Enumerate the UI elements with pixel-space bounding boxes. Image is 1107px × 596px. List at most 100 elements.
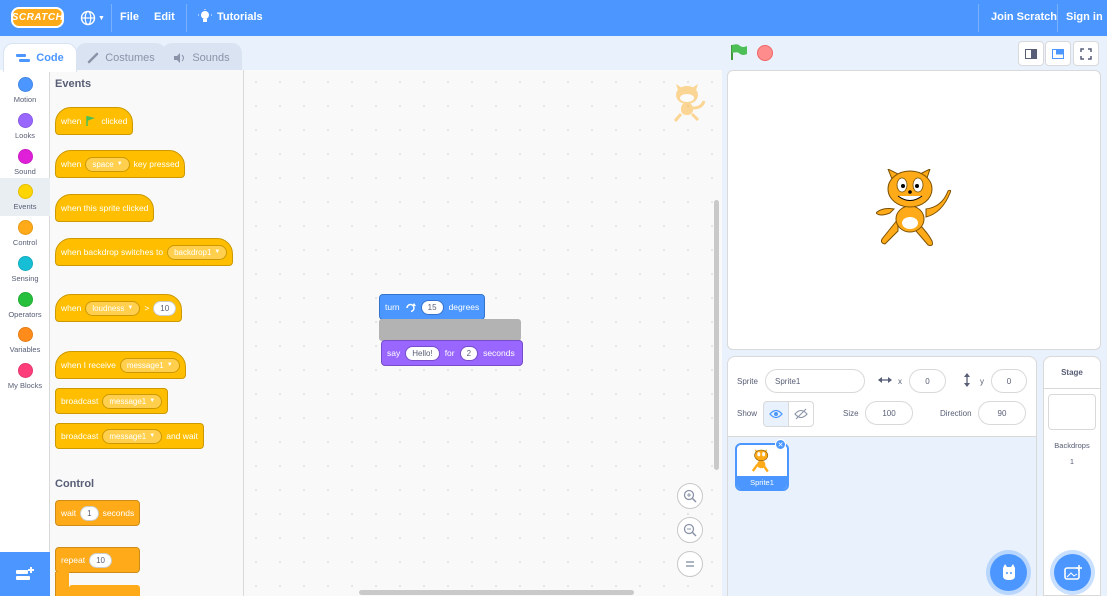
zoom-in-button[interactable] xyxy=(677,483,703,509)
block-text: repeat xyxy=(61,555,86,565)
size-input[interactable]: 100 xyxy=(865,401,913,425)
category-label: Sound xyxy=(14,167,36,176)
zoom-in-icon xyxy=(683,489,697,503)
language-menu[interactable]: ▼ xyxy=(80,9,108,27)
block-text: clicked xyxy=(101,116,128,126)
sprite-thumbnail-label: Sprite1 xyxy=(737,476,787,489)
block-text: say xyxy=(387,348,401,358)
dropdown-value: space xyxy=(92,159,114,169)
sprite-list: Sprite1 ✕ xyxy=(728,437,1036,596)
category-control[interactable]: Control xyxy=(0,216,50,252)
script-block-say[interactable]: say Hello! for 2 seconds xyxy=(381,340,523,366)
variables-dot xyxy=(17,327,33,342)
brush-icon xyxy=(87,52,99,64)
category-motion[interactable]: Motion xyxy=(0,73,50,109)
show-sprite-button[interactable] xyxy=(763,401,789,427)
say-seconds-input[interactable]: 2 xyxy=(459,345,479,361)
tab-sounds[interactable]: Sounds xyxy=(162,43,242,72)
block-text: when xyxy=(61,303,82,313)
menu-bar: SCRATCH ▼ File Edit Tutorials Join Scrat… xyxy=(0,0,1107,36)
globe-icon xyxy=(80,10,96,26)
choose-sprite-button[interactable] xyxy=(990,554,1027,591)
stage-selector[interactable]: Stage Backdrops 1 xyxy=(1043,356,1101,596)
zoom-out-button[interactable] xyxy=(677,517,703,543)
sprite-cat[interactable] xyxy=(875,167,956,256)
block-when-backdrop-switches[interactable]: when backdrop switches to backdrop1 ▼ xyxy=(55,238,234,266)
file-menu[interactable]: File xyxy=(120,11,139,23)
chevron-down-icon: ▼ xyxy=(166,362,173,368)
stage-thumbnail[interactable] xyxy=(1048,394,1096,430)
number-input[interactable]: 10 xyxy=(153,300,177,316)
block-text: when xyxy=(61,159,82,169)
stop-button[interactable] xyxy=(757,45,773,61)
category-operators[interactable]: Operators xyxy=(0,288,50,324)
join-scratch-button[interactable]: Join Scratch xyxy=(991,11,1057,23)
add-sprite-icon xyxy=(1002,563,1015,580)
category-sensing[interactable]: Sensing xyxy=(0,252,50,288)
sprite-thumbnail[interactable]: Sprite1 xyxy=(735,443,789,491)
vertical-scrollbar[interactable] xyxy=(714,200,719,470)
block-when-flag-clicked[interactable]: when clicked xyxy=(55,107,134,135)
size-label: Size xyxy=(843,409,859,418)
sign-in-button[interactable]: Sign in xyxy=(1066,11,1103,23)
show-label: Show xyxy=(737,409,758,418)
fullscreen-button[interactable] xyxy=(1073,41,1099,66)
category-variables[interactable]: Variables xyxy=(0,323,50,359)
green-flag-button[interactable] xyxy=(730,44,748,64)
message-dropdown[interactable]: message1 ▼ xyxy=(102,428,163,444)
edit-menu[interactable]: Edit xyxy=(154,11,175,23)
block-text: degrees xyxy=(448,302,480,312)
sensing-dot xyxy=(17,256,33,271)
direction-input[interactable]: 90 xyxy=(978,401,1026,425)
direction-label: Direction xyxy=(940,409,972,418)
block-repeat[interactable]: repeat 10 xyxy=(55,547,140,573)
lightbulb-icon xyxy=(198,9,212,22)
script-block-turn[interactable]: turn 15 degrees xyxy=(379,294,486,320)
category-label: Variables xyxy=(9,345,41,354)
block-when-sprite-clicked[interactable]: when this sprite clicked xyxy=(55,194,155,222)
zoom-reset-button[interactable] xyxy=(677,551,703,577)
sensor-dropdown[interactable]: loudness ▼ xyxy=(85,300,141,316)
block-when-i-receive[interactable]: when I receive message1 ▼ xyxy=(55,351,186,379)
block-broadcast[interactable]: broadcast message1 ▼ xyxy=(55,388,169,414)
editor-tabs: Sounds Costumes Code xyxy=(0,36,250,72)
x-label: x xyxy=(898,377,902,386)
choose-backdrop-button[interactable] xyxy=(1054,554,1091,591)
say-text-input[interactable]: Hello! xyxy=(405,345,440,361)
stage-canvas[interactable] xyxy=(727,70,1101,350)
message-dropdown[interactable]: message1 ▼ xyxy=(102,393,163,409)
y-input[interactable]: 0 xyxy=(991,369,1027,393)
number-input[interactable]: 10 xyxy=(89,552,113,568)
tab-costumes[interactable]: Costumes xyxy=(76,43,166,72)
block-when-loudness[interactable]: when loudness ▼ > 10 xyxy=(55,294,183,322)
category-sound[interactable]: Sound xyxy=(0,145,50,181)
script-area[interactable]: turn 15 degrees say Hello! for 2 seconds xyxy=(244,70,722,596)
block-wait[interactable]: wait 1 seconds xyxy=(55,500,141,526)
tutorials-label: Tutorials xyxy=(217,11,263,23)
tutorials-button[interactable]: Tutorials xyxy=(198,9,263,25)
tab-code[interactable]: Code xyxy=(3,43,77,72)
key-dropdown[interactable]: space ▼ xyxy=(85,156,130,172)
normal-stage-button[interactable] xyxy=(1045,41,1071,66)
horizontal-scrollbar[interactable] xyxy=(359,590,634,595)
category-events[interactable]: Events xyxy=(0,178,50,216)
y-label: y xyxy=(980,377,984,386)
scratch-logo[interactable]: SCRATCH xyxy=(11,7,64,28)
tab-code-label: Code xyxy=(36,52,64,64)
turn-degrees-input[interactable]: 15 xyxy=(420,299,444,315)
hide-sprite-button[interactable] xyxy=(788,401,814,427)
number-input[interactable]: 1 xyxy=(80,505,99,521)
sprite-name-input[interactable]: Sprite1 xyxy=(765,369,865,393)
category-my-blocks[interactable]: My Blocks xyxy=(0,359,50,395)
delete-sprite-icon[interactable]: ✕ xyxy=(775,439,786,450)
small-stage-button[interactable] xyxy=(1018,41,1044,66)
message-dropdown[interactable]: message1 ▼ xyxy=(119,357,180,373)
block-when-key-pressed[interactable]: when space ▼ key pressed xyxy=(55,150,186,178)
x-input[interactable]: 0 xyxy=(909,369,946,393)
category-label: Sensing xyxy=(11,274,39,283)
category-looks[interactable]: Looks xyxy=(0,109,50,145)
repeat-block-bottom xyxy=(69,585,140,596)
backdrop-dropdown[interactable]: backdrop1 ▼ xyxy=(167,244,228,260)
add-extension-button[interactable] xyxy=(0,552,50,596)
block-broadcast-and-wait[interactable]: broadcast message1 ▼ and wait xyxy=(55,423,204,449)
